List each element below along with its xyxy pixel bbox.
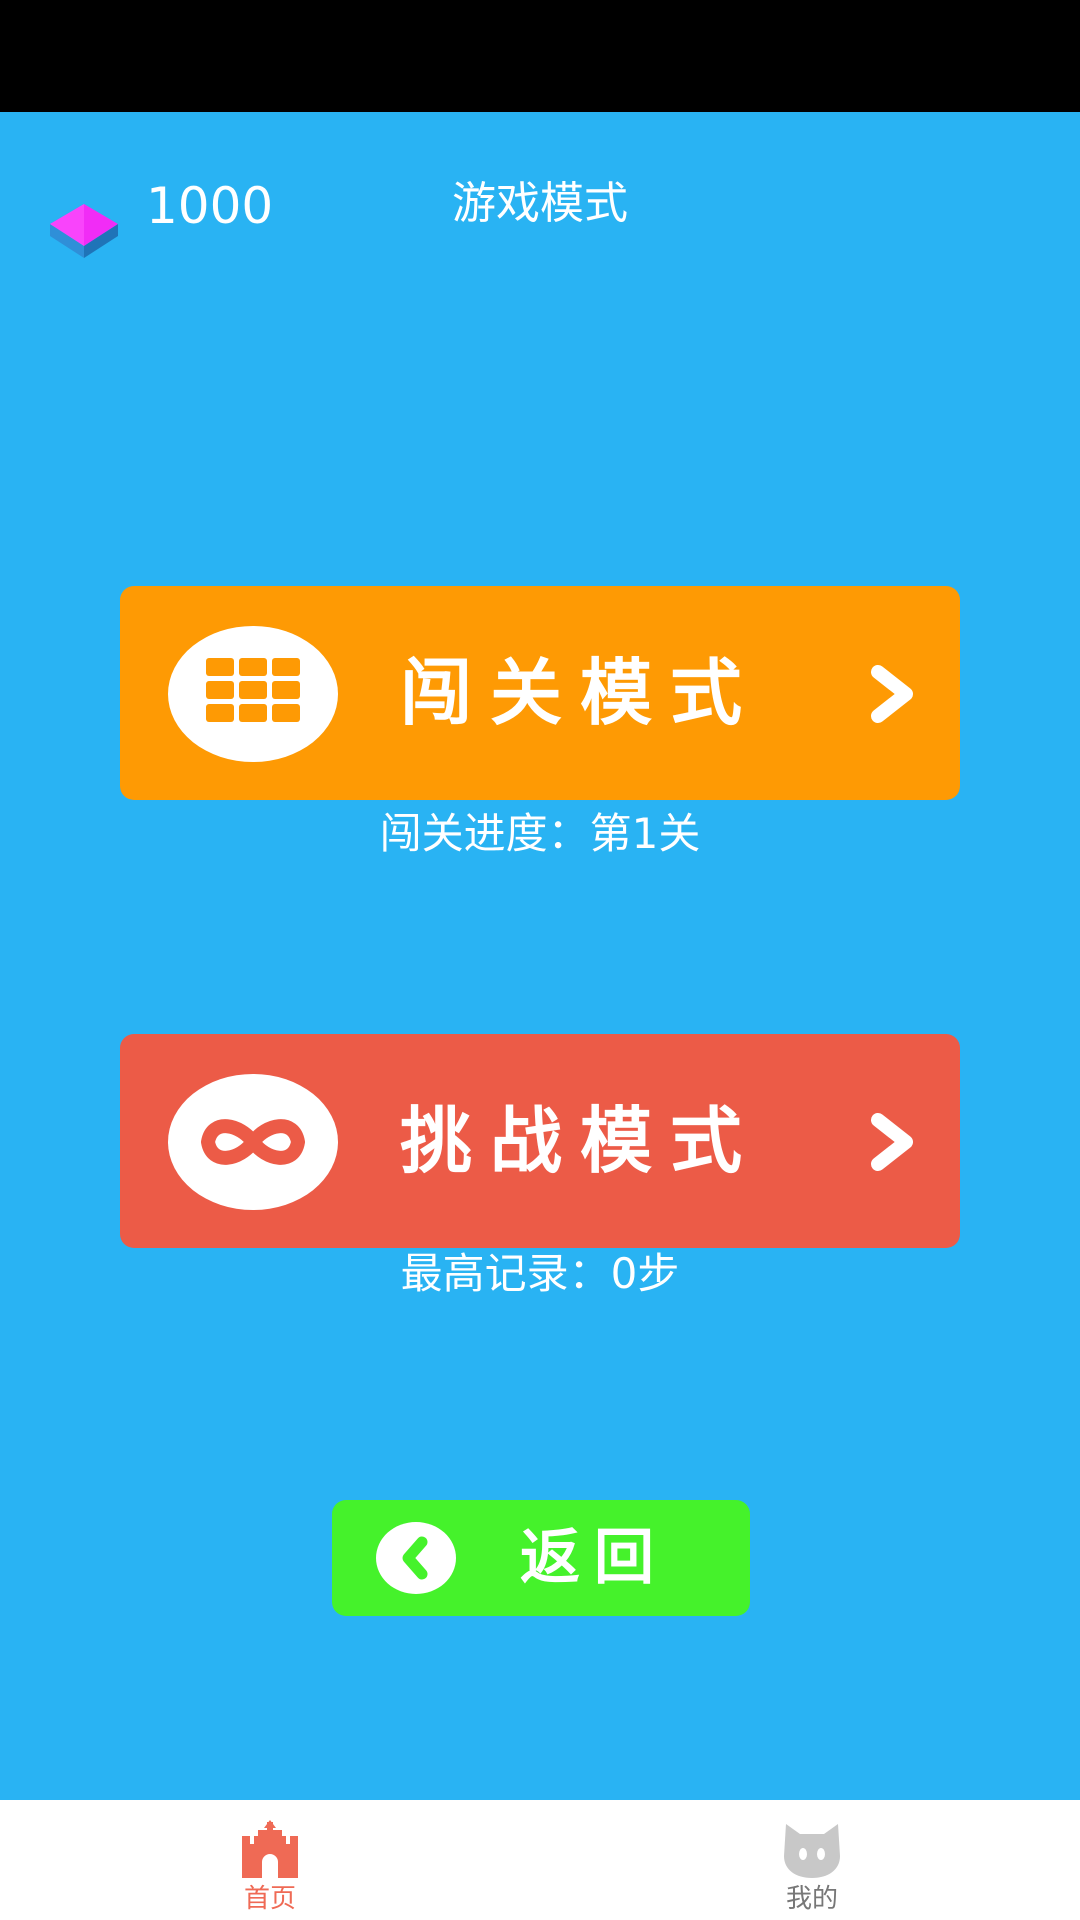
status-bar — [0, 0, 1080, 112]
level-progress-text: 闯关进度：第1关 — [379, 809, 701, 858]
back-circle — [376, 1522, 456, 1594]
challenge-mode-badge — [168, 1074, 338, 1210]
level-mode-button[interactable]: 闯关模式 — [120, 586, 960, 800]
grid-icon — [206, 658, 300, 722]
game-mode-screen: 1000 游戏模式 闯关模式 闯关进度：第1关 挑战模式 最高记录：0步 返回 … — [0, 0, 1080, 1920]
nav-item-home[interactable]: 首页 — [170, 1800, 370, 1920]
best-record-text: 最高记录：0步 — [400, 1249, 680, 1298]
chevron-left-icon — [402, 1536, 428, 1580]
challenge-mode-label: 挑战模式 — [400, 1099, 761, 1183]
back-button[interactable]: 返回 — [332, 1500, 750, 1616]
back-label: 返回 — [520, 1523, 668, 1593]
level-mode-label: 闯关模式 — [400, 651, 761, 735]
nav-item-mine[interactable]: 我的 — [712, 1800, 912, 1920]
infinity-icon — [201, 1119, 305, 1165]
nav-label-home: 首页 — [243, 1884, 296, 1914]
castle-icon — [242, 1820, 298, 1878]
page-title: 游戏模式 — [452, 178, 628, 229]
nav-label-mine: 我的 — [785, 1884, 838, 1914]
bottom-nav: 首页 我的 — [0, 1800, 1080, 1920]
chevron-right-icon — [871, 1113, 913, 1171]
chevron-right-icon — [871, 665, 913, 723]
gem-icon — [50, 204, 118, 258]
cat-face-icon — [784, 1824, 840, 1878]
gem-count: 1000 — [146, 177, 274, 235]
level-mode-badge — [168, 626, 338, 762]
challenge-mode-button[interactable]: 挑战模式 — [120, 1034, 960, 1248]
